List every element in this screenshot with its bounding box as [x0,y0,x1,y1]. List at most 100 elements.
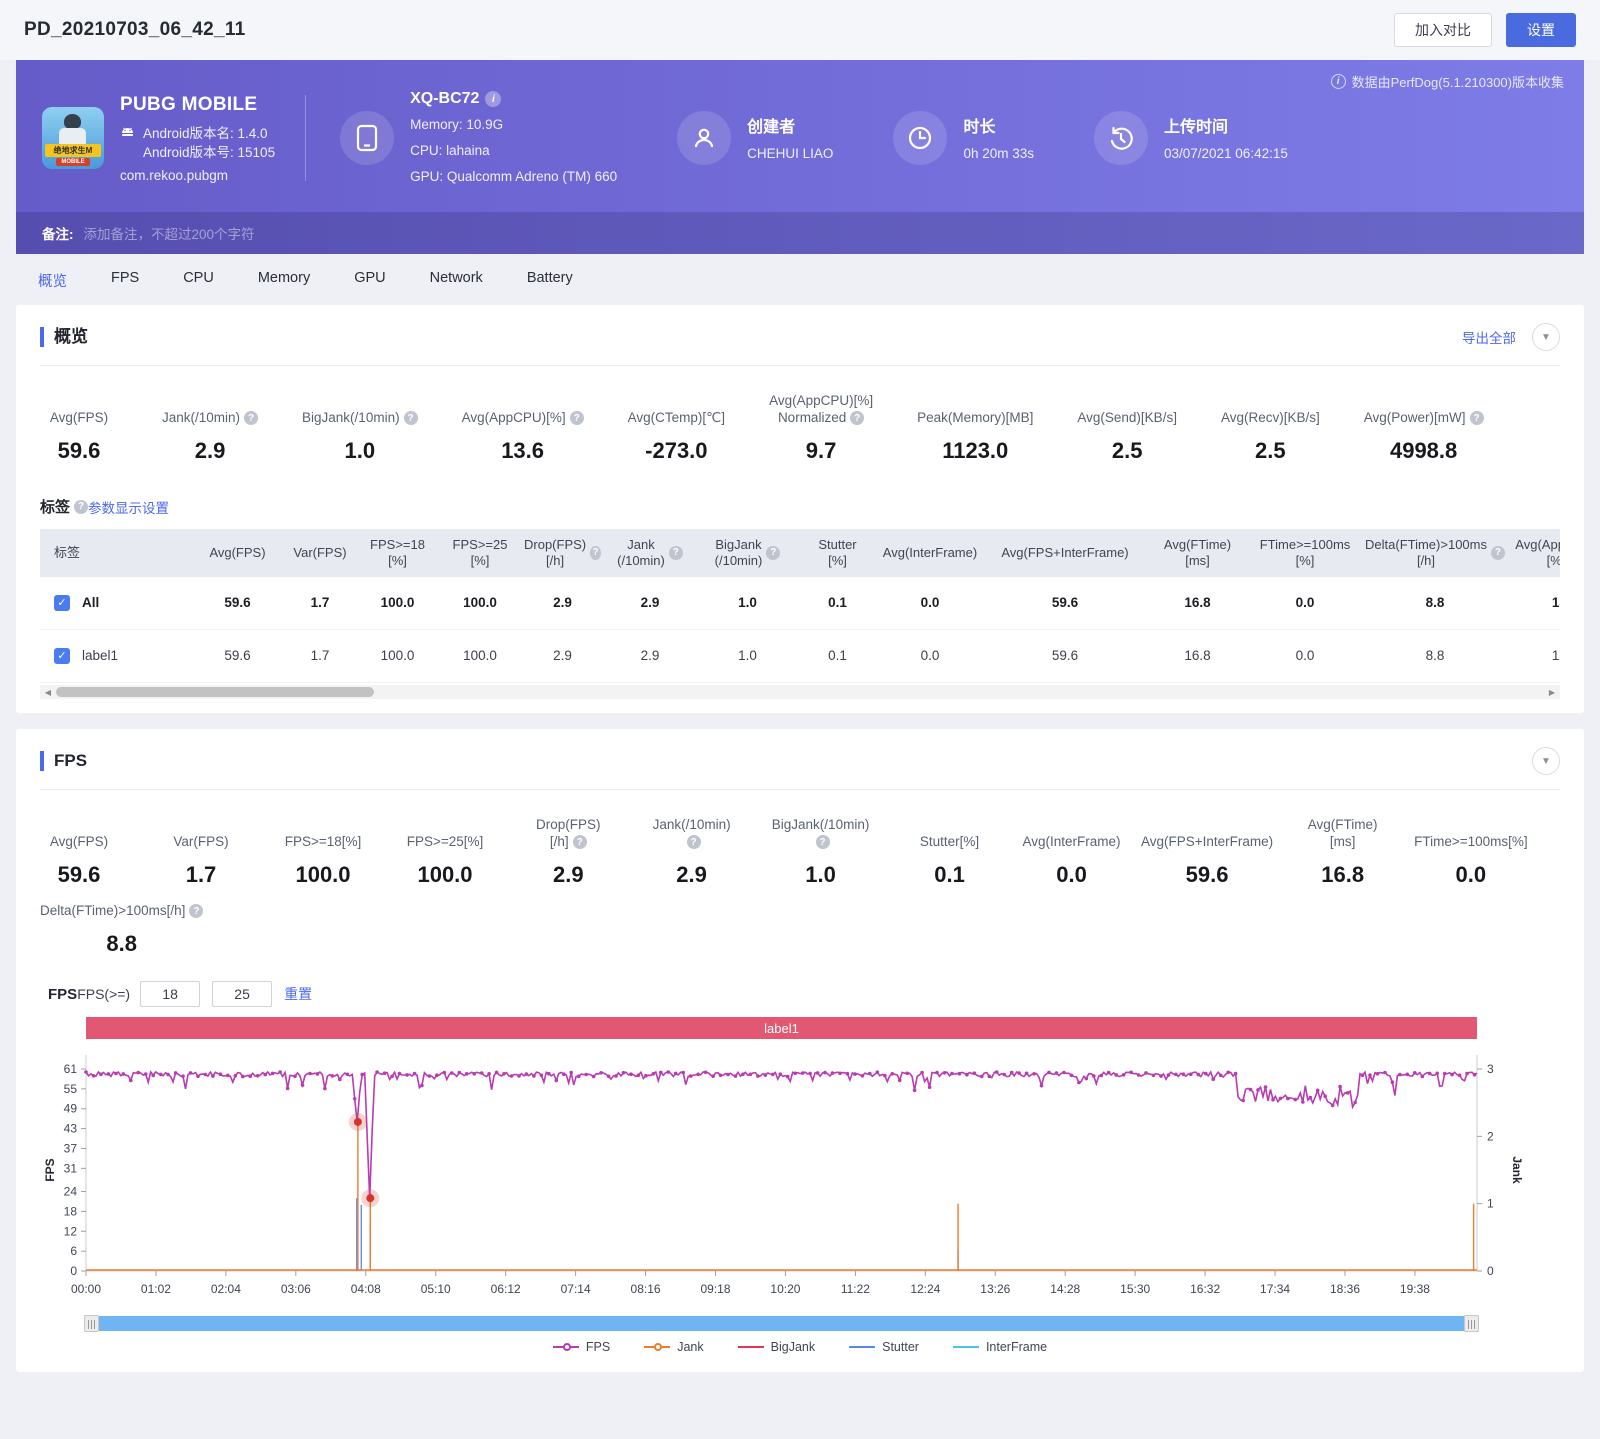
tab-Battery[interactable]: Battery [527,270,573,291]
range-handle-left[interactable] [84,1315,99,1332]
metric-value: 9.7 [806,438,837,464]
collapse-fps-button[interactable]: ▼ [1532,747,1560,775]
table-cell: 1.7 [285,630,355,682]
help-icon[interactable]: ? [570,411,584,425]
svg-text:18:36: 18:36 [1330,1282,1360,1296]
labels-help-icon[interactable]: ? [74,500,88,514]
upload-time-value: 03/07/2021 06:42:15 [1164,144,1288,163]
top-bar: PD_20210703_06_42_11 加入对比 设置 [0,0,1600,60]
svg-text:12: 12 [64,1224,78,1238]
chart-range-scrollbar[interactable] [86,1316,1477,1331]
metric: Avg(FPS+InterFrame)59.6 [1155,833,1260,888]
legend-swatch [953,1346,979,1348]
legend-bigjank[interactable]: BigJank [738,1340,815,1354]
svg-text:49: 49 [64,1102,78,1116]
table-cell: 16.8 [1145,577,1250,629]
tab-CPU[interactable]: CPU [183,270,214,291]
table-cell: 100.0 [355,630,440,682]
fps-chart: label1 061218243137434955610123FPSJank00… [40,1017,1560,1354]
chart-legend: FPS Jank BigJank Stutter InterFrame [40,1340,1560,1354]
fps-metrics-row2: Delta(FTime)>100ms[/h]?8.8 [40,890,1560,963]
banner-divider [305,95,306,181]
help-icon[interactable]: ? [573,835,587,849]
svg-text:55: 55 [64,1082,78,1096]
table-cell: 0.1 [800,630,875,682]
range-handle-right[interactable] [1464,1315,1479,1332]
row-label: label1 [82,648,118,664]
add-compare-button[interactable]: 加入对比 [1394,13,1492,47]
table-horizontal-scrollbar[interactable]: ◀ ▶ [40,685,1560,699]
column-header: FPS>=18 [%] [355,529,440,577]
svg-text:06:12: 06:12 [491,1282,521,1296]
help-icon[interactable]: ? [1491,546,1505,560]
legend-swatch [644,1346,670,1348]
metric-label: FTime>=100ms[%] [1414,834,1528,849]
param-display-settings-link[interactable]: 参数显示设置 [88,497,169,517]
scrollbar-thumb[interactable] [56,687,374,697]
legend-interframe[interactable]: InterFrame [953,1340,1047,1354]
table-cell: 59.6 [190,577,285,629]
tab-FPS[interactable]: FPS [111,270,139,291]
metric: FPS>=18[%]100.0 [284,833,362,888]
collapse-overview-button[interactable]: ▼ [1532,323,1560,351]
device-block: XQ-BC72 i Memory: 10.9G CPU: lahaina GPU… [340,90,617,186]
table-cell: 100.0 [440,577,520,629]
row-checkbox[interactable]: ✓ [54,648,70,664]
svg-text:37: 37 [64,1141,78,1155]
legend-fps[interactable]: FPS [553,1340,610,1354]
help-icon[interactable]: ? [766,546,780,560]
table-cell: 0.0 [875,577,985,629]
help-icon[interactable]: ? [244,411,258,425]
metric-value: 0.0 [1056,862,1087,888]
fps-threshold-input-2[interactable] [212,981,272,1007]
overview-card: 概览 导出全部 ▼ Avg(FPS)59.6Jank(/10min)?2.9Bi… [16,305,1584,713]
tab-概览[interactable]: 概览 [38,270,67,291]
table-cell: 100.0 [355,577,440,629]
help-icon[interactable]: ? [590,546,601,560]
help-icon[interactable]: ? [816,835,830,849]
tab-Network[interactable]: Network [430,270,483,291]
metric-value: 100.0 [417,862,472,888]
help-icon[interactable]: ? [1470,411,1484,425]
table-cell: 100.0 [440,630,520,682]
metric: Stutter[%]0.1 [911,833,989,888]
metric-value: 1.7 [186,862,217,888]
svg-text:10:20: 10:20 [770,1282,800,1296]
table-cell: 2.9 [520,577,605,629]
svg-text:04:08: 04:08 [351,1282,381,1296]
metric-label: Drop(FPS)[/h] [536,817,601,849]
device-info-icon[interactable]: i [485,91,501,107]
tab-GPU[interactable]: GPU [354,270,385,291]
metric-label: FPS>=18[%] [285,834,362,849]
data-source-note: i 数据由PerfDog(5.1.210300)版本收集 [1331,72,1564,91]
export-all-link[interactable]: 导出全部 [1462,327,1516,347]
svg-text:61: 61 [64,1062,78,1076]
legend-jank[interactable]: Jank [644,1340,703,1354]
legend-stutter[interactable]: Stutter [849,1340,919,1354]
settings-button[interactable]: 设置 [1506,13,1576,47]
fps-card: FPS ▼ Avg(FPS)59.6Var(FPS)1.7FPS>=18[%]1… [16,729,1584,1372]
scroll-right-icon[interactable]: ▶ [1544,685,1560,699]
reset-link[interactable]: 重置 [284,984,312,1004]
metric-label: Avg(InterFrame) [1023,834,1121,849]
column-header: Delta(FTime)>100ms [/h]? [1360,529,1510,577]
row-checkbox[interactable]: ✓ [54,595,70,611]
metric-value: 2.9 [676,862,707,888]
svg-text:2: 2 [1487,1129,1494,1143]
note-input[interactable]: 备注: 添加备注，不超过200个字符 [16,212,1584,254]
scroll-left-icon[interactable]: ◀ [40,685,56,699]
help-icon[interactable]: ? [687,835,701,849]
help-icon[interactable]: ? [404,411,418,425]
metric: Jank(/10min)?2.9 [653,816,731,888]
svg-text:6: 6 [70,1244,77,1258]
column-header: Jank (/10min)? [605,529,695,577]
table-header-row: 标签Avg(FPS)Var(FPS)FPS>=18 [%]FPS>=25 [%]… [40,529,1560,577]
legend-label: InterFrame [986,1340,1047,1354]
legend-label: Jank [677,1340,703,1354]
table-cell: 0.0 [875,630,985,682]
tab-Memory[interactable]: Memory [258,270,310,291]
help-icon[interactable]: ? [850,411,864,425]
fps-threshold-input-1[interactable] [140,981,200,1007]
help-icon[interactable]: ? [189,904,203,918]
help-icon[interactable]: ? [669,546,683,560]
